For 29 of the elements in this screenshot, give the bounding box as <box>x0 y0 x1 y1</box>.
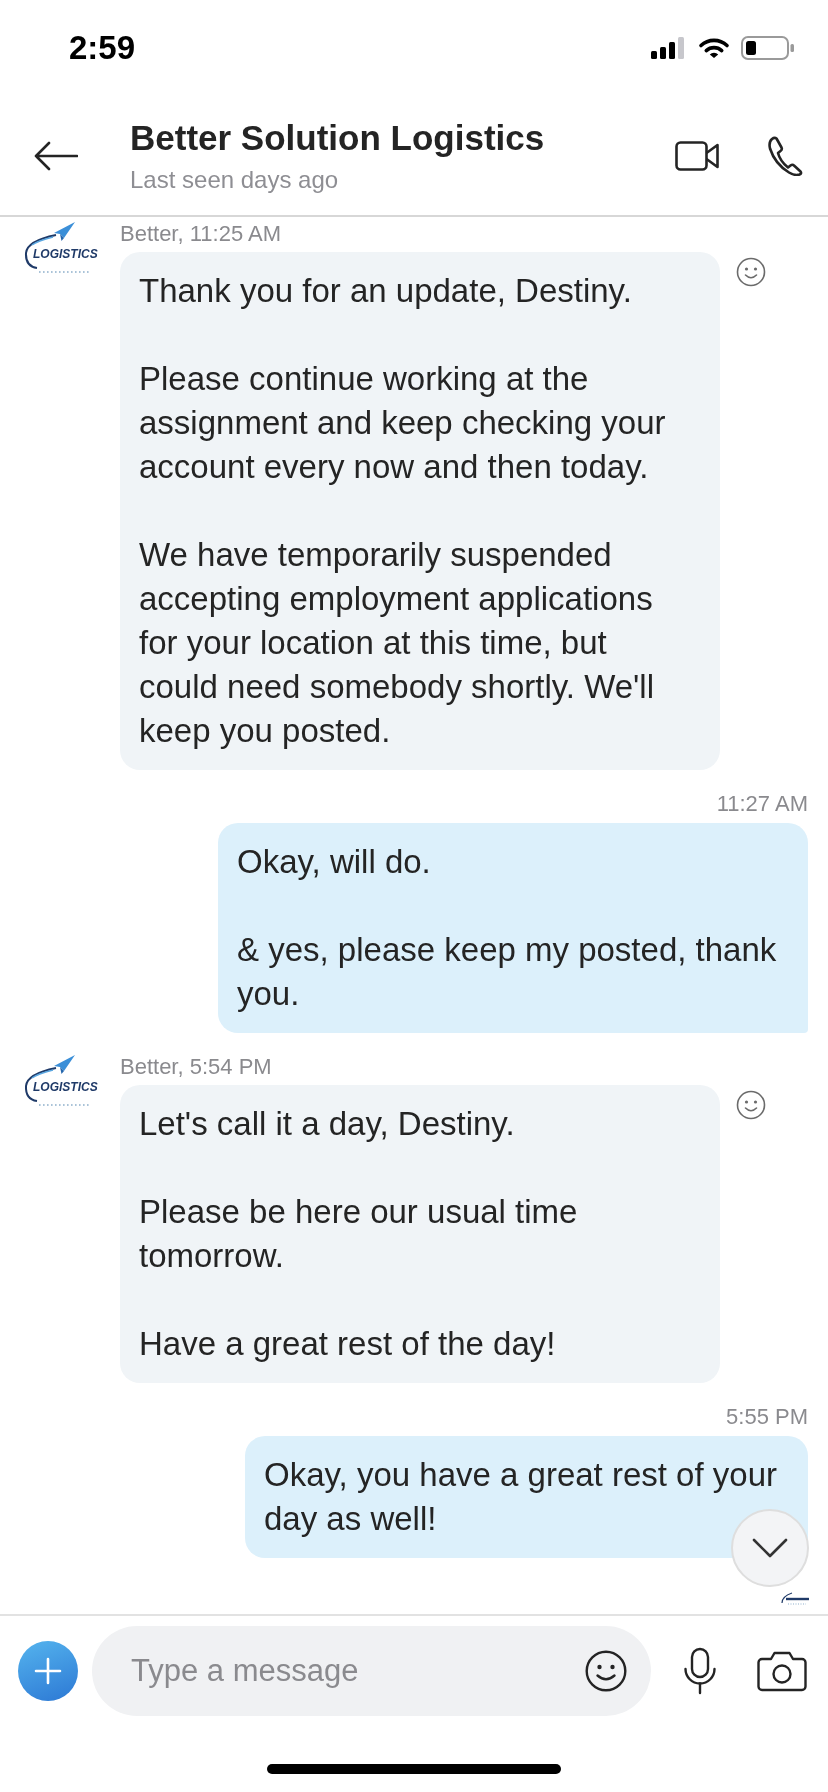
message-bubble: Okay, will do. & yes, please keep my posted, thank you. <box>218 823 808 1033</box>
add-reaction-icon[interactable] <box>736 257 766 287</box>
message-bubble: Let's call it a day, Destiny. Please be here our usual time tomorrow. Have a great rest of the day! <box>120 1085 720 1383</box>
logo-text: LOGISTICS <box>33 247 98 261</box>
battery-icon <box>741 36 795 60</box>
mini-logo-icon <box>780 1592 810 1606</box>
chevron-down-icon <box>752 1538 788 1558</box>
plus-icon <box>34 1657 62 1685</box>
microphone-icon[interactable] <box>682 1647 718 1695</box>
camera-icon[interactable] <box>757 1650 807 1692</box>
status-time: 2:59 <box>69 28 136 68</box>
add-button[interactable] <box>18 1641 78 1701</box>
signal-icon <box>651 37 687 59</box>
chat-title: Better Solution Logistics <box>130 116 545 159</box>
last-seen-status: Last seen days ago <box>130 164 339 195</box>
wifi-icon <box>698 36 730 60</box>
sender-time-label: Better, 5:54 PM <box>120 1054 272 1080</box>
message-field[interactable]: Type a message <box>92 1626 651 1716</box>
message-time: 11:27 AM <box>716 791 808 817</box>
phone-call-icon[interactable] <box>767 135 803 176</box>
logo-text: LOGISTICS <box>33 1080 98 1094</box>
back-arrow-icon[interactable] <box>34 140 78 171</box>
video-call-icon[interactable] <box>675 140 719 171</box>
message-time: 5:55 PM <box>726 1404 808 1430</box>
emoji-icon[interactable] <box>585 1650 627 1692</box>
message-bubble: Okay, you have a great rest of your day as well! <box>245 1436 808 1558</box>
add-reaction-icon[interactable] <box>736 1090 766 1120</box>
sender-time-label: Better, 11:25 AM <box>120 221 282 247</box>
message-bubble: Thank you for an update, Destiny. Please continue working at the assignment and keep checking your account every now and then today. We have temporarily suspended accepting employment applications for your location at this time, but could need somebody shortly. We'll keep you posted. <box>120 252 720 770</box>
